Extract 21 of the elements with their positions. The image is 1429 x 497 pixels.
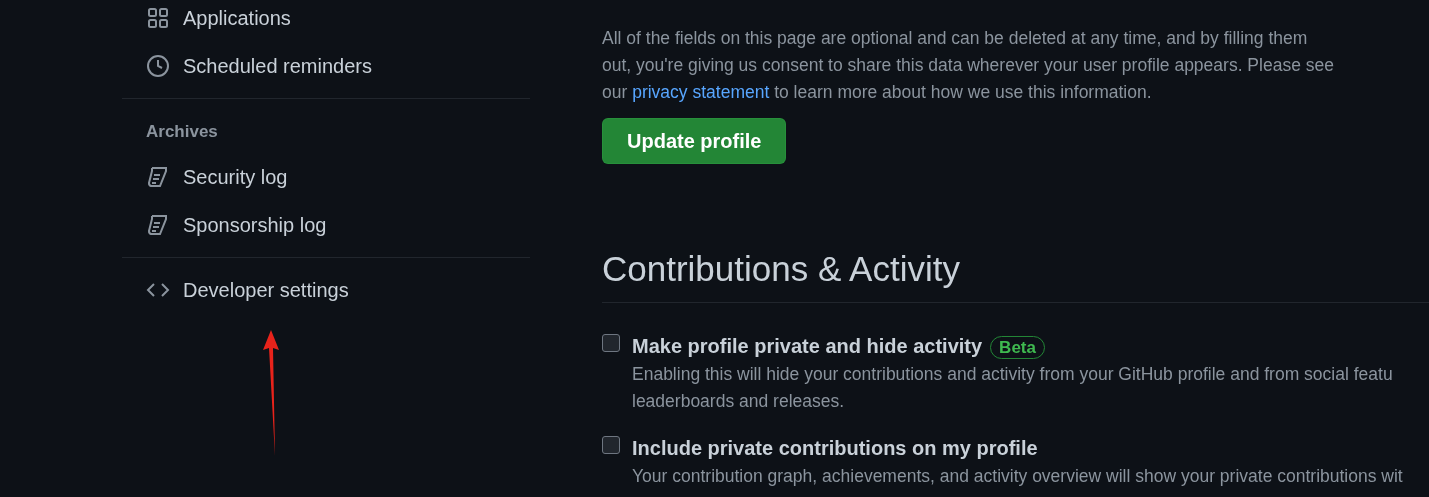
privacy-link[interactable]: privacy statement [632, 82, 770, 102]
section-heading: Contributions & Activity [602, 248, 1429, 303]
option-label: Include private contributions on my profile [632, 437, 1038, 459]
option-description: leaderboards and releases. [632, 390, 846, 413]
sidebar-item[interactable]: Security log [122, 152, 530, 201]
clock-icon [146, 54, 170, 78]
option-description: Your contribution graph, achievements, and activity overview will show your private contributions wit [632, 465, 1403, 488]
option-description: Enabling this will hide your contributions and activity from your GitHub profile and from social featu [632, 363, 1393, 386]
checkbox[interactable] [602, 334, 620, 352]
option-label: Make profile private and hide activity [632, 335, 983, 357]
checkbox[interactable] [602, 436, 620, 454]
scroll-icon [146, 212, 170, 237]
scroll-icon [146, 164, 170, 189]
sidebar-item[interactable]: Developer settings [122, 265, 530, 314]
notice-text: All of the fields on this page are optional and can be deleted at any time, and by filling them out, you're giving us consent to share this data wherever your user profile appears. Please see our privacy statement to learn more about how we use this information. [602, 27, 1335, 104]
sidebar-item[interactable]: Sponsorship log [122, 200, 530, 249]
sidebar-item[interactable]: Scheduled reminders [122, 42, 530, 90]
grid-icon [146, 6, 170, 30]
sidebar-heading: Archives [145, 121, 219, 143]
sidebar-item[interactable]: Applications [122, 0, 530, 42]
update-profile-button[interactable]: Update profile [602, 118, 787, 164]
